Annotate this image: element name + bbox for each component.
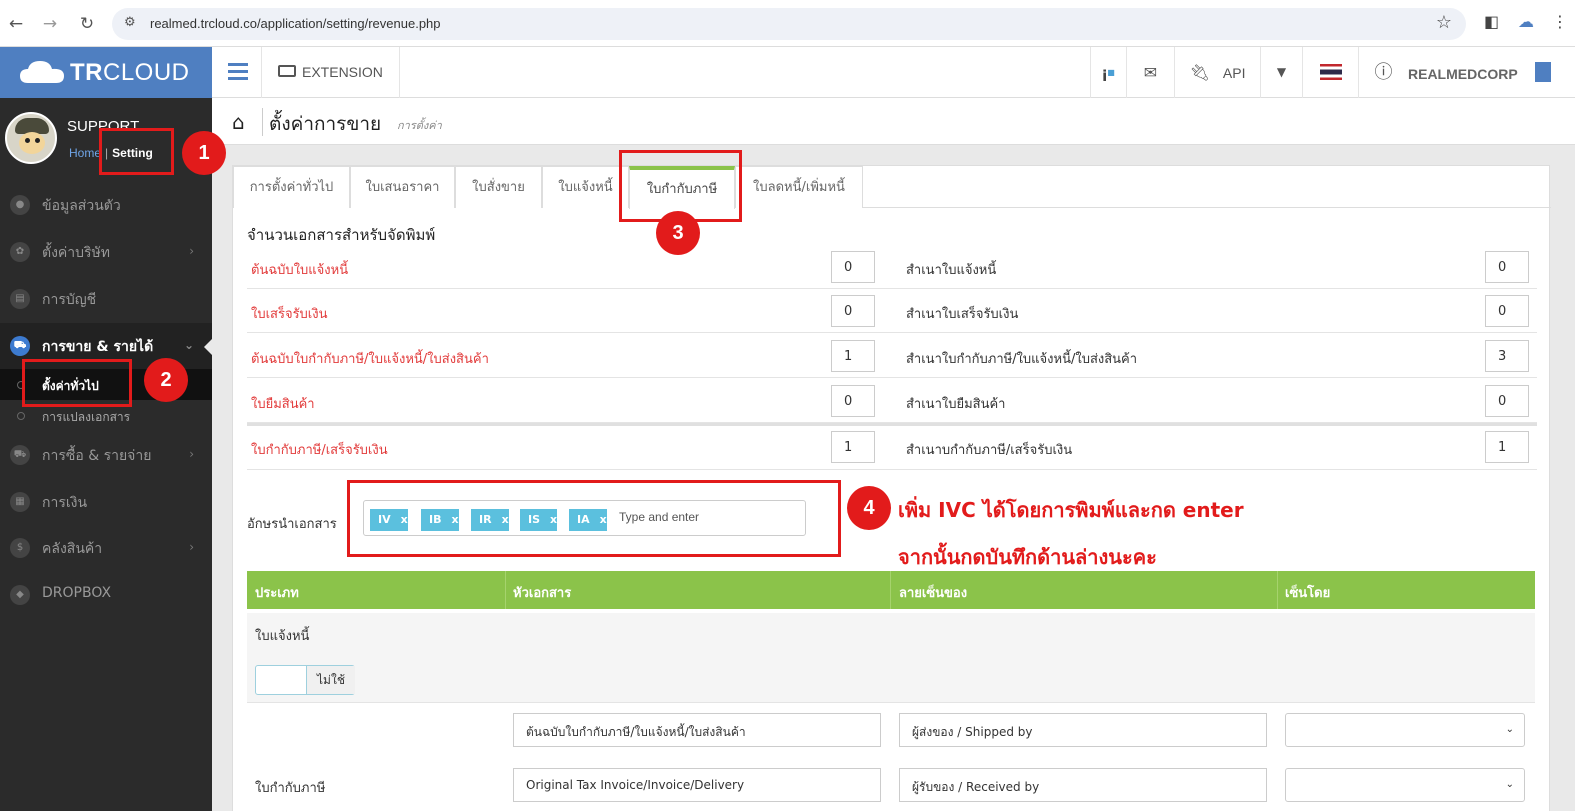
copies-input[interactable]: 0	[831, 385, 875, 417]
tab-sales-order[interactable]: ใบสั่งขาย	[455, 166, 542, 208]
sidebar-item-purchase[interactable]: ⛟ การซื้อ & รายจ่าย ›	[0, 432, 212, 478]
cart-icon: ⛟	[10, 336, 30, 356]
sidebar-item-profile[interactable]: ● ข้อมูลส่วนตัว	[0, 182, 212, 228]
building-icon	[1535, 62, 1551, 82]
doc-header-input[interactable]: ต้นฉบับใบกำกับภาษี/ใบแจ้งหนี้/ใบส่งสินค้…	[513, 713, 881, 747]
annotation-note-line2: จากนั้นกดบันทึกด้านล่างนะคะ	[898, 545, 1157, 569]
tax-invoice-label: ใบกำกับภาษี	[255, 781, 326, 796]
url-text: realmed.trcloud.co/application/setting/r…	[150, 16, 441, 31]
print-row: ใบยืมสินค้า 0 สำเนาใบยืมสินค้า 0	[247, 379, 1537, 423]
api-button[interactable]: 🔌︎ API	[1174, 47, 1260, 98]
company-name[interactable]: REALMEDCORP	[1408, 47, 1518, 98]
caret-down-icon[interactable]: ▼	[1260, 47, 1302, 98]
prefix-label: อักษรนำเอกสาร	[247, 517, 337, 532]
extension-button[interactable]: EXTENSION	[262, 47, 400, 98]
signature-input[interactable]: ผู้รับของ / Received by	[899, 768, 1267, 802]
copies-input[interactable]: 0	[831, 251, 875, 283]
user-icon: ●	[10, 195, 30, 215]
page-title: ตั้งค่าการขาย	[269, 113, 382, 135]
signature-table-header: ประเภท หัวเอกสาร ลายเซ็นของ เซ็นโดย	[247, 571, 1535, 609]
chevron-down-icon: ⌄	[1505, 724, 1514, 735]
annotation-badge: 3	[656, 211, 700, 255]
avatar[interactable]	[5, 112, 57, 164]
site-settings-icon[interactable]: ⚙	[124, 15, 136, 30]
chevron-down-icon: ⌄	[1505, 779, 1514, 790]
annotation-box-general	[22, 359, 132, 407]
sidebar-item-dropbox[interactable]: ◆ DROPBOX	[0, 572, 212, 618]
sidebar-item-finance[interactable]: ▦ การเงิน	[0, 479, 212, 525]
tab-invoice[interactable]: ใบแจ้งหนี้	[542, 166, 629, 208]
use-toggle[interactable]: ไม่ใช้	[255, 665, 355, 695]
copies-input[interactable]: 0	[831, 295, 875, 327]
browser-toolbar: ← → ↻ ⚙ realmed.trcloud.co/application/s…	[0, 0, 1575, 47]
dollar-icon: $	[10, 538, 30, 558]
chevron-right-icon: ›	[189, 244, 194, 258]
info-icon[interactable]: i■	[1090, 47, 1126, 98]
reload-icon[interactable]: ↻	[75, 12, 99, 36]
tab-general[interactable]: การตั้งค่าทั่วไป	[233, 166, 350, 208]
print-row: ใบเสร็จรับเงิน 0 สำเนาใบเสร็จรับเงิน 0	[247, 289, 1537, 333]
invoice-section: ใบแจ้งหนี้ ไม่ใช้	[247, 613, 1535, 703]
logo[interactable]: TRCLOUD	[0, 47, 212, 98]
sidebar-item-accounting[interactable]: ▤ การบัญชี	[0, 276, 212, 322]
chevron-right-icon: ›	[189, 540, 194, 554]
back-icon[interactable]: ←	[4, 12, 28, 36]
help-icon[interactable]: ⓘ	[1358, 47, 1408, 98]
mail-icon[interactable]: ✉	[1126, 47, 1174, 98]
address-bar[interactable]: ⚙ realmed.trcloud.co/application/setting…	[112, 8, 1466, 40]
annotation-note-line1: เพิ่ม IVC ได้โดยการพิมพ์และกด enter	[898, 498, 1244, 522]
home-link[interactable]: Home	[69, 146, 101, 160]
copies-input[interactable]: 1	[1485, 431, 1529, 463]
copies-input[interactable]: 0	[1485, 295, 1529, 327]
cloud-logo-icon	[20, 61, 64, 83]
sidepanel-icon[interactable]: ◧	[1484, 12, 1499, 31]
annotation-box-setting	[99, 128, 174, 175]
print-row: ต้นฉบับใบแจ้งหนี้ 0 สำเนาใบแจ้งหนี้ 0	[247, 245, 1537, 289]
extension-cloud-icon[interactable]: ☁	[1518, 12, 1534, 31]
logo-text: TRCLOUD	[70, 59, 190, 86]
gear-icon: ✿	[10, 242, 30, 262]
signer-select[interactable]: ⌄	[1285, 713, 1525, 747]
signature-input[interactable]: ผู้ส่งของ / Shipped by	[899, 713, 1267, 747]
browser-menu-icon[interactable]: ⋮	[1552, 12, 1568, 31]
thai-flag-icon[interactable]	[1302, 47, 1358, 98]
bookmark-star-icon[interactable]: ☆	[1436, 12, 1452, 33]
annotation-badge: 2	[144, 358, 188, 402]
sidebar-item-company[interactable]: ✿ ตั้งค่าบริษัท ›	[0, 229, 212, 275]
monitor-icon	[278, 65, 296, 77]
copies-input[interactable]: 1	[831, 431, 875, 463]
section-title: จำนวนเอกสารสำหรับจัดพิมพ์	[247, 226, 436, 244]
chevron-right-icon: ›	[189, 447, 194, 461]
forward-icon[interactable]: →	[38, 12, 62, 36]
calendar-icon: ▦	[10, 492, 30, 512]
page-subtitle: การตั้งค่า	[397, 119, 442, 132]
copies-input[interactable]: 0	[1485, 251, 1529, 283]
annotation-box-prefix	[347, 480, 841, 557]
doc-header-input[interactable]: Original Tax Invoice/Invoice/Delivery	[513, 768, 881, 802]
copies-input[interactable]: 3	[1485, 340, 1529, 372]
chevron-down-icon: ⌄	[183, 338, 194, 352]
annotation-badge: 4	[847, 486, 891, 530]
cart-icon: ⛟	[10, 445, 30, 465]
print-row: ต้นฉบับใบกำกับภาษี/ใบแจ้งหนี้/ใบส่งสินค้…	[247, 334, 1537, 378]
hamburger-menu-icon[interactable]	[212, 47, 262, 98]
print-row: ใบกำกับภาษี/เสร็จรับเงิน 1 สำเนาบกำกับภา…	[247, 423, 1537, 470]
plug-icon: 🔌︎	[1189, 63, 1210, 82]
dropbox-icon: ◆	[10, 585, 30, 605]
tab-credit-debit-note[interactable]: ใบลดหนี้/เพิ่มหนี้	[735, 166, 863, 208]
top-navbar: EXTENSION i■ ✉ 🔌︎ API ▼ ⓘ REALMEDCORP	[212, 47, 1575, 98]
tab-quotation[interactable]: ใบเสนอราคา	[350, 166, 455, 208]
copies-input[interactable]: 0	[1485, 385, 1529, 417]
book-icon: ▤	[10, 289, 30, 309]
home-icon[interactable]: ⌂	[232, 110, 245, 134]
signer-select[interactable]: ⌄	[1285, 768, 1525, 802]
sidebar-item-inventory[interactable]: $ คลังสินค้า ›	[0, 525, 212, 571]
copies-input[interactable]: 1	[831, 340, 875, 372]
page-header: ⌂ ตั้งค่าการขาย การตั้งค่า	[212, 98, 1575, 145]
tab-bar: การตั้งค่าทั่วไป ใบเสนอราคา ใบสั่งขาย ใบ…	[233, 166, 1551, 209]
annotation-badge: 1	[182, 131, 226, 175]
